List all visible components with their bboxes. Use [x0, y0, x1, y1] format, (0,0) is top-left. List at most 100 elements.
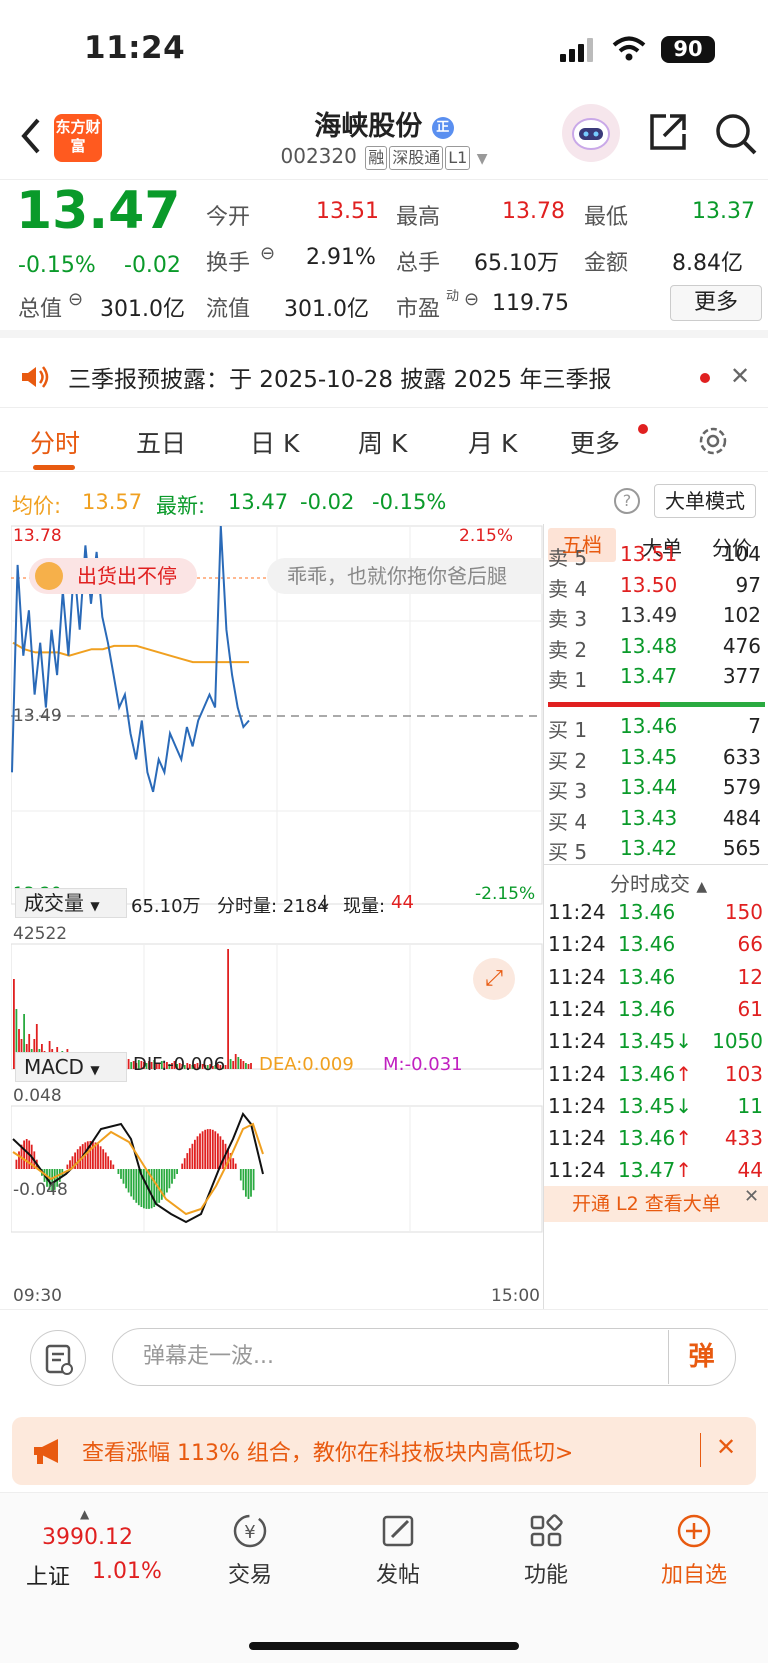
latest-label: 最新: [156, 494, 206, 518]
info-icon[interactable]: ⊖ [68, 289, 83, 310]
turnover-value: 2.91% [306, 245, 376, 270]
bid-price: 13.42 [620, 836, 678, 860]
big-order-mode-button[interactable]: 大单模式 [654, 484, 756, 518]
latest-value: 13.47 [228, 490, 289, 514]
tab-more[interactable]: 更多 [570, 424, 620, 460]
volume-bar [242, 1061, 245, 1069]
l2-upsell[interactable]: 开通 L2 查看大单 [544, 1186, 768, 1222]
intraday-chart[interactable]: 13.78 2.15% 13.49 13.20 -2.15% 出货出不停 乖乖，… [10, 524, 543, 1309]
trade-time: 11:24 [548, 932, 606, 957]
tab-monthly-k[interactable]: 月 K [468, 424, 517, 460]
volume-now-label: 现量: [343, 896, 386, 917]
trade-row: 11:24 13.45↓ 1050 [544, 1029, 768, 1061]
trade-volume: 150 [724, 900, 763, 924]
danmu-input[interactable]: 弹幕走一波... [112, 1328, 736, 1386]
robot-avatar-icon[interactable] [562, 104, 620, 162]
macd-bar [158, 1169, 161, 1203]
bid-label: 买 5 [548, 840, 588, 864]
tab-daily-k[interactable]: 日 K [250, 424, 299, 460]
macd-bar [132, 1169, 135, 1200]
macd-bar [166, 1169, 168, 1193]
nav-post[interactable]: 发帖 [338, 1511, 458, 1589]
macd-bar [25, 1139, 28, 1169]
index-value[interactable]: 3990.12 [42, 1525, 133, 1550]
tab-weekly-k[interactable]: 周 K [358, 424, 407, 460]
ask-volume: 476 [722, 633, 761, 658]
macd-bar [122, 1169, 125, 1184]
macd-bar [173, 1169, 176, 1179]
macd-bar [18, 1151, 20, 1169]
close-icon[interactable]: ✕ [744, 1186, 759, 1207]
trade-volume: 44 [737, 1158, 763, 1183]
trade-row: 11:24 13.46 66 [544, 932, 768, 964]
home-indicator [249, 1642, 519, 1650]
ask-row: 卖 4 13.50 97 [544, 573, 768, 605]
macd-bar [145, 1169, 148, 1209]
nav-add-watchlist[interactable]: 加自选 [634, 1511, 754, 1589]
close-icon[interactable]: ✕ [716, 1433, 736, 1461]
macd-bar [245, 1169, 247, 1197]
share-icon[interactable] [648, 112, 688, 156]
settings-icon[interactable] [696, 424, 730, 462]
macd-bar [15, 1159, 18, 1169]
nav-trade[interactable]: ¥ 交易 [190, 1511, 310, 1589]
tab-intraday[interactable]: 分时 [30, 424, 80, 460]
macd-bar [204, 1129, 207, 1169]
trade-icon: ¥ [233, 1514, 267, 1548]
float-value: 301.0亿 [284, 297, 369, 322]
macd-bar [171, 1169, 173, 1184]
price-info-line: 均价: 13.57 最新: 13.47 -0.02 -0.15% ? [0, 480, 768, 520]
index-name[interactable]: 上证 [26, 1559, 70, 1591]
help-icon[interactable]: ? [614, 488, 640, 514]
promo-banner[interactable]: 查看涨幅 113% 组合，教你在科技板块内高低切> ✕ [12, 1417, 756, 1485]
ask-label: 卖 5 [548, 546, 588, 570]
notice-text: 三季报预披露：于 2025-10-28 披露 2025 年三季报 [68, 367, 612, 393]
macd-bar [125, 1169, 127, 1189]
nav-functions[interactable]: 功能 [486, 1511, 606, 1589]
turnover-label: 换手 [206, 251, 251, 276]
trade-time: 11:24 [548, 996, 606, 1021]
signal-icon [560, 38, 596, 62]
volume-bar [232, 1061, 235, 1069]
macd-indicator-select[interactable]: MACD ▼ [15, 1052, 127, 1082]
danmu-send-button[interactable]: 弹 [668, 1330, 734, 1384]
tab-5day[interactable]: 五日 [136, 424, 186, 460]
volume-label: 总手 [396, 251, 441, 276]
close-icon[interactable]: ✕ [730, 362, 750, 390]
trade-volume: 11 [737, 1093, 763, 1118]
index-pct[interactable]: 1.01% [92, 1559, 162, 1584]
latest-pct: -0.15% [372, 490, 447, 514]
bid-row: 买 2 13.45 633 [544, 745, 768, 777]
expand-icon[interactable]: ⤢ [473, 958, 515, 1000]
volume-bar [227, 949, 229, 1069]
macd-dea: DEA:0.009 [259, 1054, 354, 1075]
volume-bar [130, 1062, 133, 1069]
bid-volume: 579 [722, 775, 761, 799]
volume-max-label: 42522 [13, 924, 68, 944]
up-triangle-icon: ▲ [80, 1507, 90, 1521]
volume-bar [229, 1059, 232, 1069]
avatar-icon [35, 562, 63, 590]
danmu-bubble-2[interactable]: 乖乖，也就你拖你爸后腿 [267, 558, 543, 594]
macd-bar [222, 1139, 224, 1169]
trade-volume: 66 [737, 932, 763, 957]
pct-change: -0.15% [18, 253, 96, 278]
macd-bar [130, 1169, 133, 1197]
macd-bar [250, 1169, 252, 1197]
pe-value: 119.75 [492, 291, 569, 316]
macd-bar [188, 1148, 191, 1169]
danmu-bubble-1[interactable]: 出货出不停 [29, 558, 197, 594]
volume-indicator-select[interactable]: 成交量 ▼ [15, 888, 127, 918]
y-max-label: 13.78 [13, 526, 62, 546]
info-icon[interactable]: ⊖ [260, 243, 275, 264]
more-button[interactable]: 更多 [670, 285, 762, 321]
wifi-icon [612, 36, 646, 66]
trade-price: 13.46 [618, 996, 676, 1021]
macd-dif: DIF:-0.006 [133, 1054, 226, 1075]
notice-bar[interactable]: 三季报预披露：于 2025-10-28 披露 2025 年三季报 ✕ [0, 346, 768, 408]
trades-title[interactable]: 分时成交 ▲ [610, 868, 707, 897]
info-icon[interactable]: ⊖ [464, 289, 479, 310]
macd-bar [181, 1163, 184, 1169]
search-icon[interactable] [714, 112, 758, 160]
danmu-list-icon[interactable] [30, 1330, 86, 1386]
